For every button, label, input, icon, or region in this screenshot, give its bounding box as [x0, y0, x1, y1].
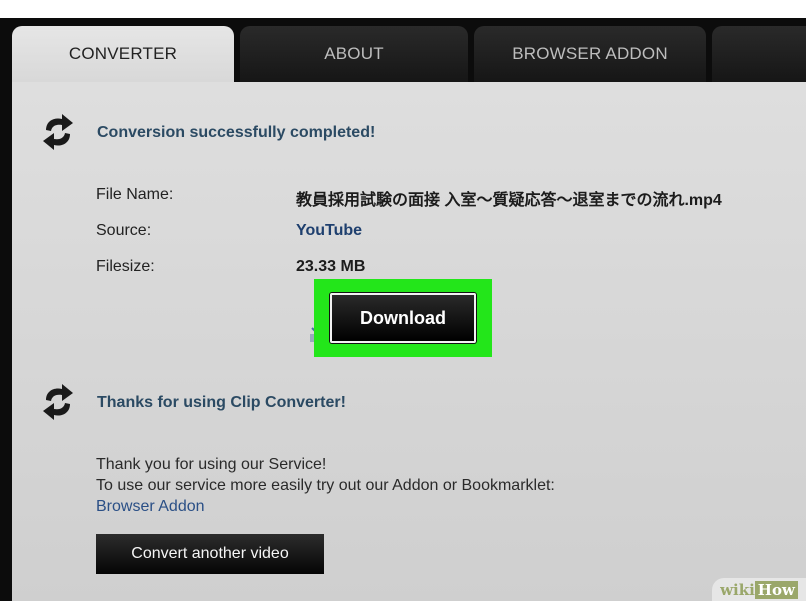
thanks-message: Thank you for using our Service! To use … [96, 454, 555, 517]
sync-arrows-icon [40, 112, 76, 152]
convert-another-video-button[interactable]: Convert another video [96, 534, 324, 574]
tab-partial[interactable] [712, 26, 806, 82]
wikihow-watermark: wiki How [712, 578, 806, 601]
thanks-line-1: Thank you for using our Service! [96, 456, 327, 473]
file-name-value: 教員採用試験の面接 入室〜質疑応答〜退室までの流れ.mp4 [296, 192, 722, 209]
tab-browser-addon[interactable]: BROWSER ADDON [474, 26, 706, 82]
download-button[interactable]: Download [330, 293, 476, 343]
source-value[interactable]: YouTube [296, 222, 362, 240]
watermark-part-1: wiki [720, 580, 755, 599]
sync-arrows-icon [40, 382, 76, 422]
tab-bar: CONVERTER ABOUT BROWSER ADDON [12, 26, 806, 82]
browser-addon-link[interactable]: Browser Addon [96, 496, 555, 517]
tab-converter[interactable]: CONVERTER [12, 26, 234, 82]
filesize-value: 23.33 MB [296, 258, 366, 275]
converter-panel: Conversion successfully completed! File … [12, 82, 806, 601]
source-label: Source: [96, 222, 152, 239]
top-strip [0, 0, 806, 18]
filesize-label: Filesize: [96, 258, 155, 275]
tab-about[interactable]: ABOUT [240, 26, 468, 82]
thanks-line-2: To use our service more easily try out o… [96, 477, 555, 494]
watermark-part-2: How [754, 580, 798, 599]
thanks-heading: Thanks for using Clip Converter! [97, 394, 346, 411]
conversion-complete-heading: Conversion successfully completed! [97, 124, 376, 141]
file-name-label: File Name: [96, 186, 174, 203]
